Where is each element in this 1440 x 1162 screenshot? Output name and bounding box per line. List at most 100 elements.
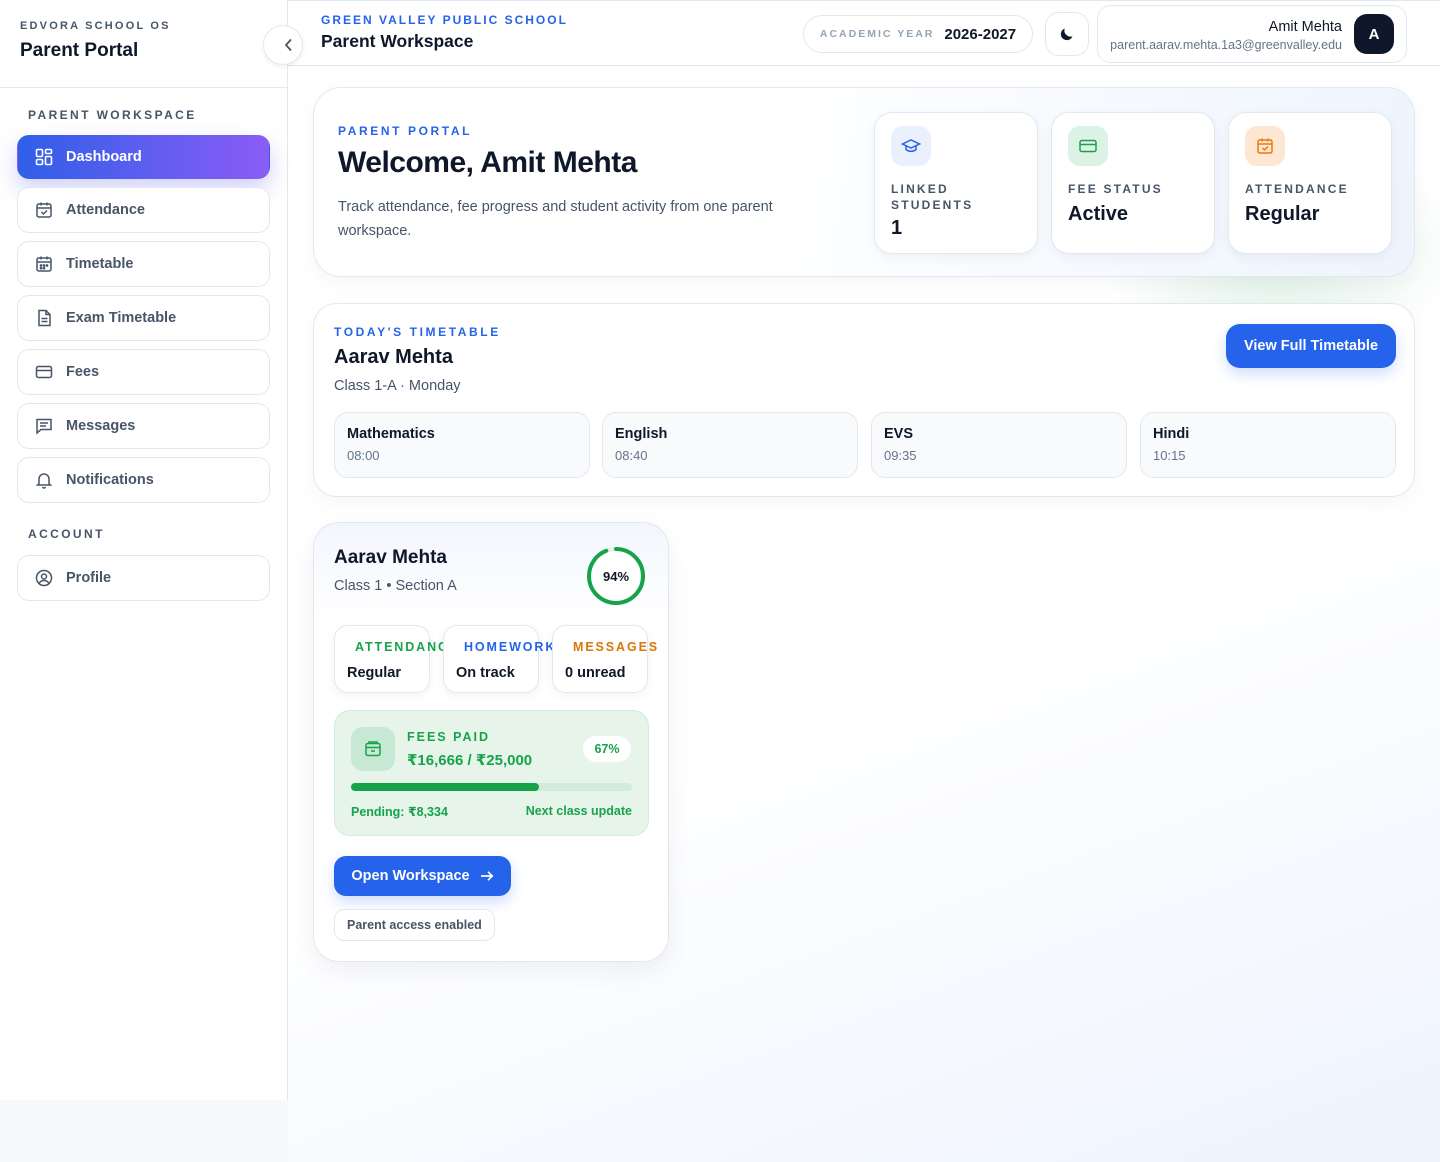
stat-value: Active bbox=[1068, 203, 1129, 225]
period-card: Mathematics 08:00 bbox=[334, 412, 590, 478]
brand-subtitle: EDVORA SCHOOL OS bbox=[20, 20, 171, 32]
sidebar-item-attendance[interactable]: Attendance bbox=[17, 187, 270, 233]
fees-pending: Pending: ₹8,334 bbox=[351, 805, 448, 819]
timetable-student-name: Aarav Mehta bbox=[334, 346, 453, 368]
period-subject: Mathematics bbox=[347, 426, 435, 442]
school-name: GREEN VALLEY PUBLIC SCHOOL bbox=[321, 13, 568, 27]
stat-tile-attendance: ATTENDANCE Regular bbox=[334, 625, 457, 693]
period-subject: English bbox=[615, 426, 668, 442]
sidebar-header: EDVORA SCHOOL OS Parent Portal bbox=[0, 0, 287, 88]
sidebar-item-label: Notifications bbox=[66, 472, 154, 488]
stat-card-linked-students: LINKED STUDENTS 1 bbox=[874, 112, 1038, 254]
period-card: EVS 09:35 bbox=[871, 412, 1127, 478]
period-time: 09:35 bbox=[884, 448, 917, 463]
stat-tile-label: HOMEWORK bbox=[464, 640, 557, 654]
academic-year-label: ACADEMIC YEAR bbox=[819, 28, 935, 40]
chevron-left-icon bbox=[284, 38, 294, 52]
arrow-right-icon bbox=[480, 870, 494, 882]
sidebar-item-label: Profile bbox=[66, 570, 112, 586]
sidebar-item-label: Dashboard bbox=[66, 149, 142, 165]
account-nav: Profile bbox=[0, 555, 287, 601]
access-status-chip: Parent access enabled bbox=[334, 909, 495, 941]
stat-card-attendance: ATTENDANCE Regular bbox=[1228, 112, 1392, 254]
stat-label: ATTENDANCE bbox=[1245, 182, 1349, 196]
view-full-timetable-button[interactable]: View Full Timetable bbox=[1226, 324, 1396, 368]
welcome-eyebrow: PARENT PORTAL bbox=[338, 124, 473, 138]
period-card: Hindi 10:15 bbox=[1140, 412, 1396, 478]
sidebar-item-label: Timetable bbox=[66, 256, 134, 272]
period-card: English 08:40 bbox=[602, 412, 858, 478]
stat-tile-messages: MESSAGES 0 unread bbox=[552, 625, 657, 693]
calendar-check-icon bbox=[35, 201, 53, 219]
sidebar-item-label: Exam Timetable bbox=[66, 310, 177, 326]
grid-icon bbox=[35, 148, 53, 166]
sidebar-item-label: Attendance bbox=[66, 202, 145, 218]
page-title: Parent Workspace bbox=[321, 31, 474, 51]
sidebar-item-label: Fees bbox=[66, 364, 100, 380]
sidebar-item-messages[interactable]: Messages bbox=[17, 403, 270, 449]
sidebar-item-profile[interactable]: Profile bbox=[17, 555, 270, 601]
avatar: A bbox=[1354, 14, 1394, 54]
graduation-cap-icon bbox=[891, 126, 931, 166]
open-workspace-button[interactable]: Open Workspace bbox=[334, 856, 511, 896]
bell-icon bbox=[35, 471, 53, 489]
welcome-card: PARENT PORTAL Welcome, Amit Mehta Track … bbox=[313, 87, 1415, 277]
sidebar-item-notifications[interactable]: Notifications bbox=[17, 457, 270, 503]
sidebar-collapse-button[interactable] bbox=[263, 25, 303, 65]
message-icon bbox=[35, 417, 53, 435]
account-section-label: ACCOUNT bbox=[28, 527, 105, 541]
fees-percent-badge: 67% bbox=[583, 736, 631, 762]
user-circle-icon bbox=[35, 569, 53, 587]
stat-tile-value: Regular bbox=[347, 665, 401, 681]
sidebar: EDVORA SCHOOL OS Parent Portal PARENT WO… bbox=[0, 0, 288, 1100]
welcome-description: Track attendance, fee progress and stude… bbox=[338, 199, 773, 239]
period-time: 10:15 bbox=[1153, 448, 1186, 463]
stat-value: Regular bbox=[1245, 203, 1320, 225]
stat-tile-value: On track bbox=[456, 665, 515, 681]
document-icon bbox=[35, 309, 53, 327]
wallet-icon bbox=[351, 727, 395, 771]
top-bar: GREEN VALLEY PUBLIC SCHOOL Parent Worksp… bbox=[288, 0, 1440, 66]
credit-card-icon bbox=[1068, 126, 1108, 166]
calendar-check-icon bbox=[1245, 126, 1285, 166]
credit-card-icon bbox=[35, 363, 53, 381]
welcome-title: Welcome, Amit Mehta bbox=[338, 146, 637, 179]
academic-year-selector[interactable]: ACADEMIC YEAR 2026-2027 bbox=[803, 15, 1033, 53]
stat-card-fee-status: FEE STATUS Active bbox=[1051, 112, 1215, 254]
fees-paid-panel: FEES PAID ₹16,666 / ₹25,000 67% Pending:… bbox=[334, 710, 649, 836]
sidebar-nav: Dashboard Attendance Timetable Exam Time… bbox=[0, 135, 287, 503]
moon-icon bbox=[1059, 26, 1075, 42]
period-time: 08:40 bbox=[615, 448, 648, 463]
nav-section-label: PARENT WORKSPACE bbox=[28, 108, 197, 122]
open-workspace-label: Open Workspace bbox=[351, 868, 470, 884]
period-time: 08:00 bbox=[347, 448, 380, 463]
sidebar-item-fees[interactable]: Fees bbox=[17, 349, 270, 395]
timetable-eyebrow: TODAY'S TIMETABLE bbox=[334, 325, 501, 339]
stat-label: FEE STATUS bbox=[1068, 182, 1163, 196]
user-menu[interactable]: Amit Mehta parent.aarav.mehta.1a3@greenv… bbox=[1097, 5, 1407, 63]
todays-timetable-card: TODAY'S TIMETABLE Aarav Mehta Class 1-A … bbox=[313, 303, 1415, 497]
attendance-percent: 94% bbox=[602, 568, 630, 584]
fees-progress-bar bbox=[351, 783, 632, 791]
period-subject: Hindi bbox=[1153, 426, 1190, 442]
student-name: Aarav Mehta bbox=[334, 547, 447, 568]
sidebar-item-dashboard[interactable]: Dashboard bbox=[17, 135, 270, 179]
academic-year-value: 2026-2027 bbox=[944, 25, 1017, 43]
stat-tile-homework: HOMEWORK On track bbox=[443, 625, 554, 693]
fees-label: FEES PAID bbox=[407, 730, 491, 744]
sidebar-item-label: Messages bbox=[66, 418, 136, 434]
calendar-icon bbox=[35, 255, 53, 273]
theme-toggle-button[interactable] bbox=[1045, 12, 1089, 56]
student-class: Class 1 • Section A bbox=[334, 578, 457, 594]
stat-tile-label: MESSAGES bbox=[573, 640, 660, 654]
timetable-subtitle: Class 1-A · Monday bbox=[334, 378, 461, 394]
period-subject: EVS bbox=[884, 426, 914, 442]
sidebar-item-exam-timetable[interactable]: Exam Timetable bbox=[17, 295, 270, 341]
stat-label: LINKED STUDENTS bbox=[891, 182, 974, 212]
fees-amount: ₹16,666 / ₹25,000 bbox=[407, 752, 533, 769]
stat-tile-value: 0 unread bbox=[565, 665, 626, 681]
fees-progress-fill bbox=[351, 783, 540, 791]
user-email: parent.aarav.mehta.1a3@greenvalley.edu bbox=[1110, 38, 1342, 52]
sidebar-item-timetable[interactable]: Timetable bbox=[17, 241, 270, 287]
user-name: Amit Mehta bbox=[1268, 19, 1342, 35]
